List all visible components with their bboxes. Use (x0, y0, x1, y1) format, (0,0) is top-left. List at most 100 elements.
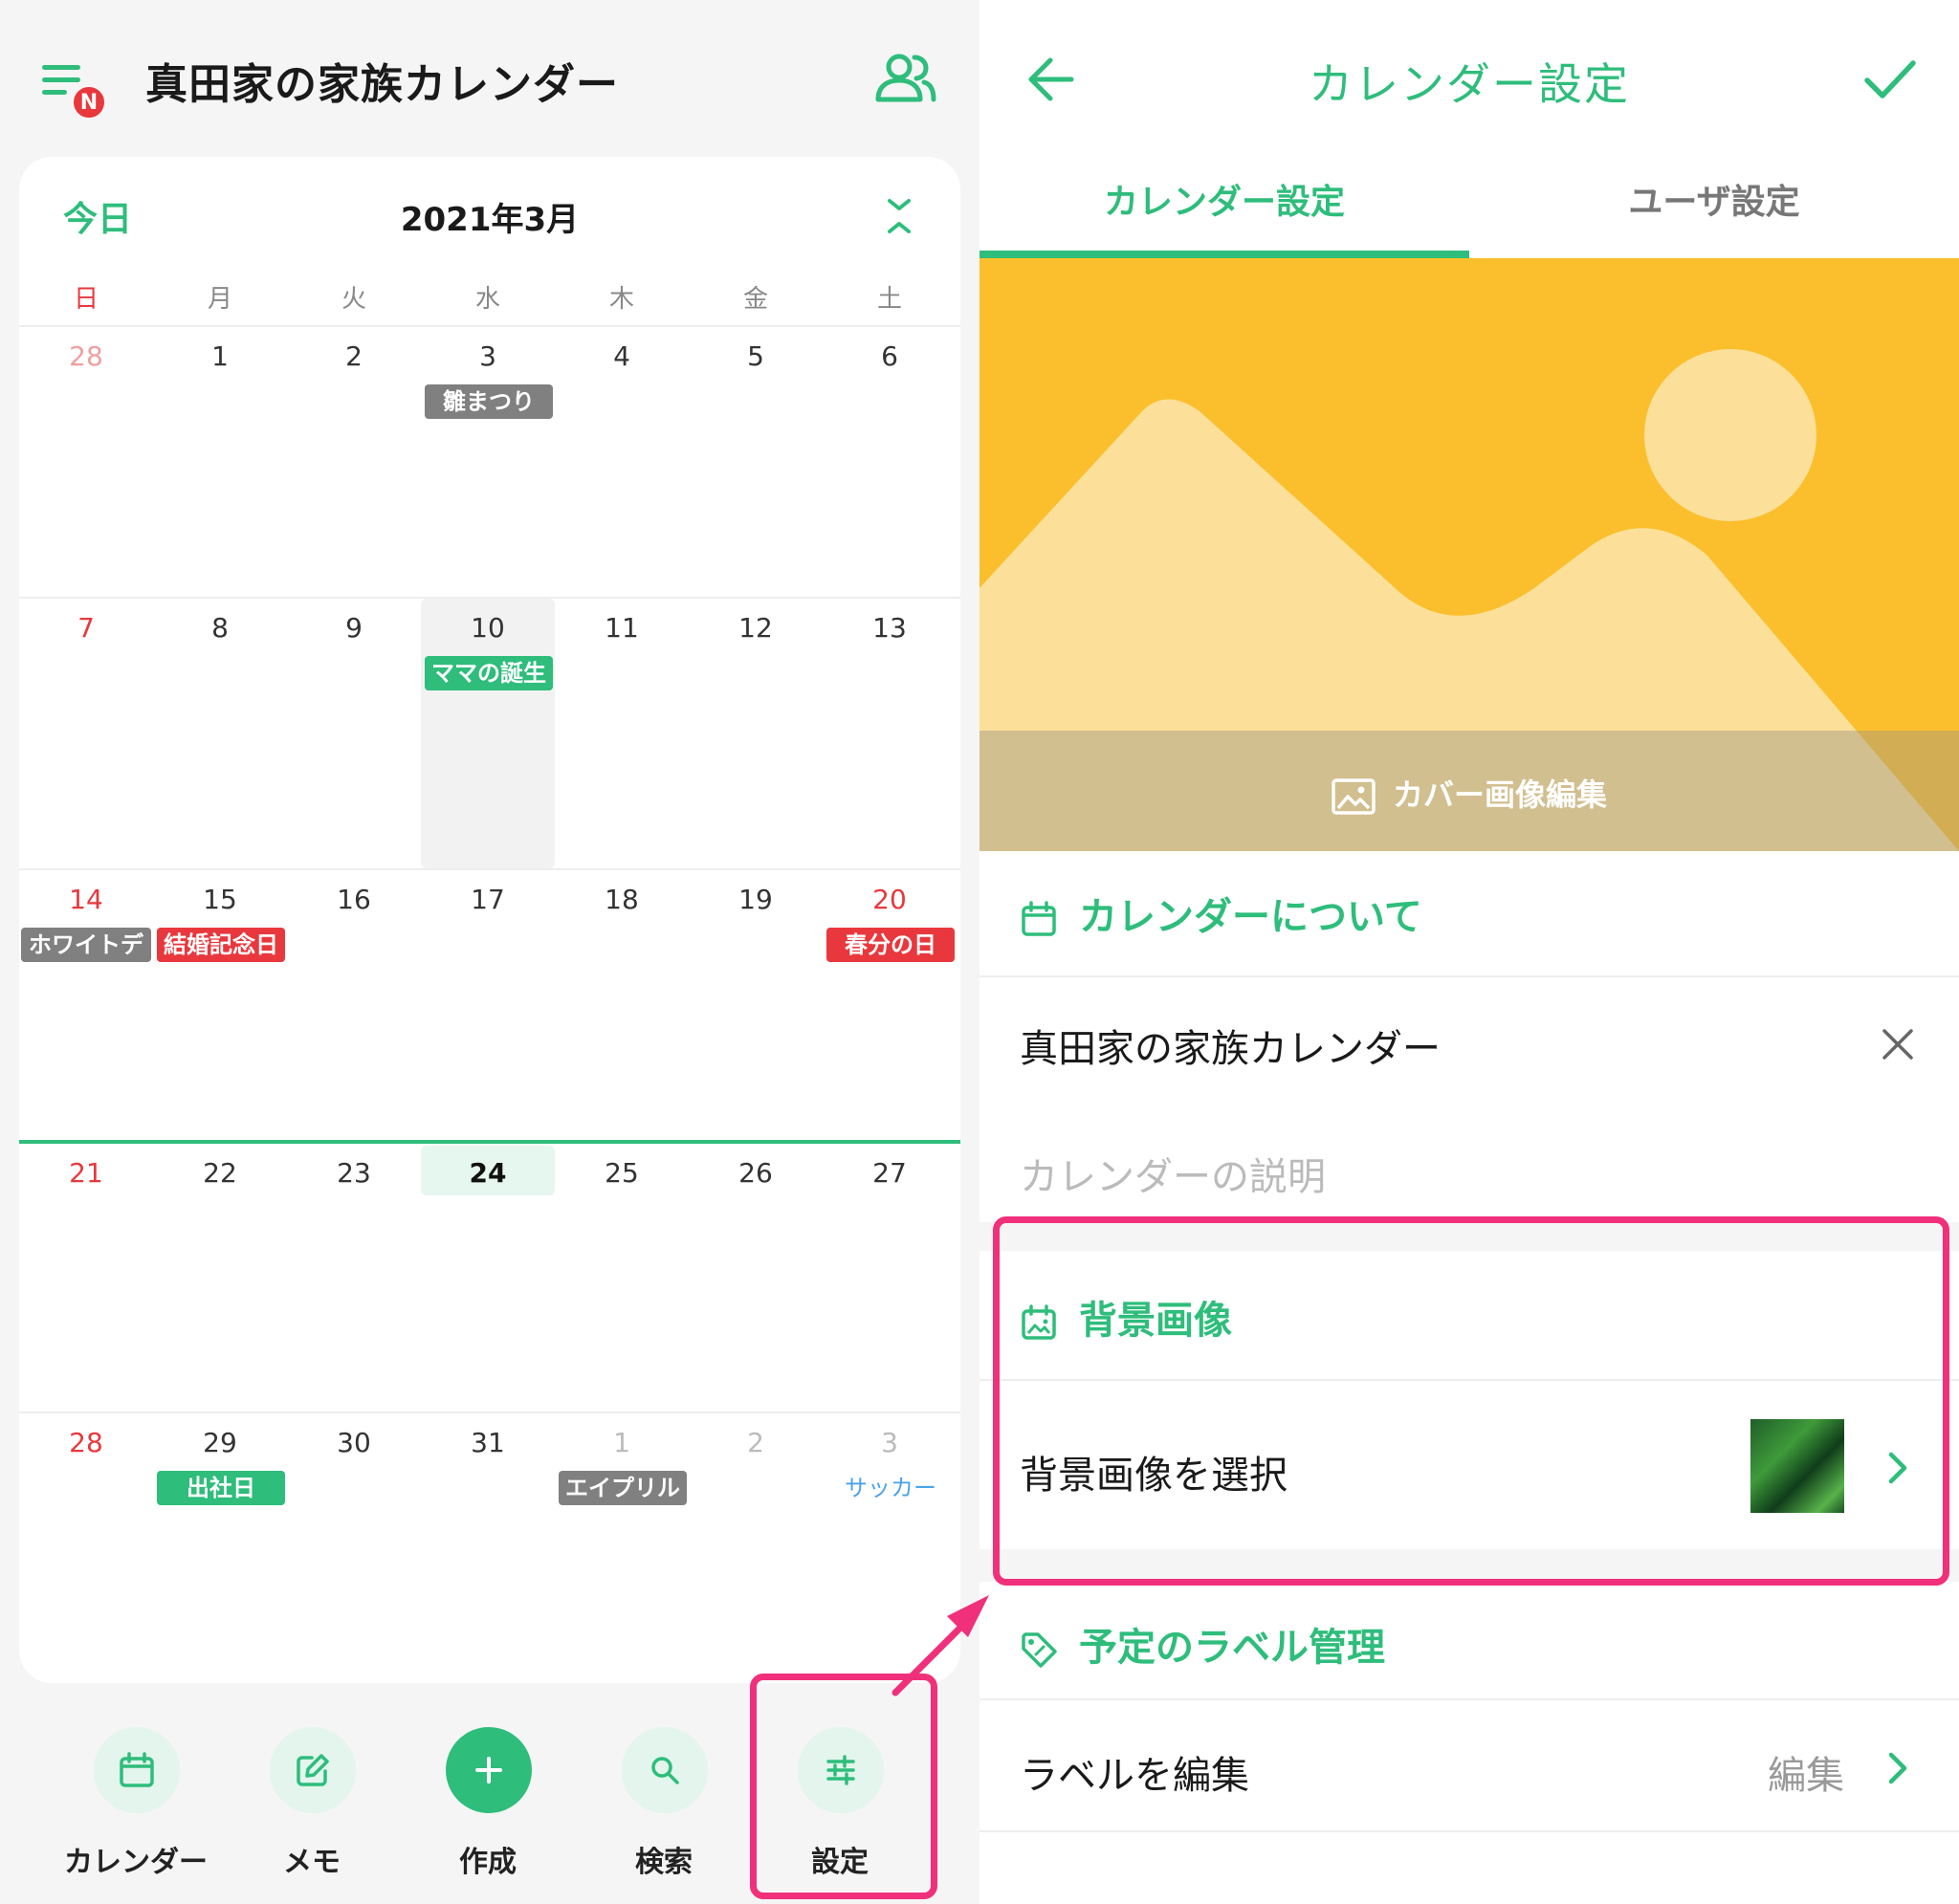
cover-image[interactable]: カバー画像編集 (980, 258, 1959, 851)
day-cell[interactable]: 22 (153, 1144, 287, 1413)
nav-label: メモ (283, 1846, 341, 1879)
day-cell[interactable]: 8 (153, 599, 287, 868)
day-cell[interactable]: 9 (287, 599, 421, 868)
nav-calendar-button[interactable] (94, 1727, 180, 1813)
event-chip[interactable]: ホワイトデ (21, 928, 151, 962)
day-number: 16 (337, 884, 371, 915)
day-cell[interactable]: 6 (823, 327, 957, 597)
day-cell[interactable]: 7 (19, 599, 153, 868)
event-chip[interactable]: 出社日 (157, 1471, 285, 1505)
divider (980, 975, 1959, 977)
menu-button[interactable]: N (42, 55, 111, 124)
day-cell[interactable]: 4 (555, 327, 689, 597)
cover-edit-label: カバー画像編集 (1392, 777, 1607, 813)
day-cell[interactable]: 30 (287, 1413, 421, 1683)
edit-labels-value[interactable]: 編集 (1768, 1744, 1844, 1800)
day-number: 26 (738, 1157, 773, 1189)
members-icon[interactable] (874, 52, 937, 105)
weekday-label: 日 (73, 285, 99, 314)
day-cell[interactable]: 29 出社日 (153, 1413, 287, 1683)
event-chip[interactable]: 春分の日 (826, 928, 955, 962)
day-cell[interactable]: 3 サッカー (823, 1413, 957, 1683)
background-highlight-box (993, 1216, 1949, 1586)
day-cell[interactable]: 13 (823, 599, 957, 868)
day-number: 18 (605, 884, 639, 915)
day-cell[interactable]: 2 (287, 327, 421, 597)
day-cell[interactable]: 11 (555, 599, 689, 868)
day-number: 7 (77, 612, 95, 644)
day-number: 6 (881, 340, 898, 372)
day-cell[interactable]: 5 (689, 327, 823, 597)
day-number: 17 (471, 884, 505, 915)
day-cell[interactable]: 18 (555, 870, 689, 1140)
day-number: 3 (881, 1427, 898, 1458)
calendar-icon (1022, 901, 1056, 936)
nav-create[interactable]: 作成 (400, 1702, 576, 1893)
calendar-settings-screen: カレンダー設定 カレンダー設定 ユーザ設定 カバー画像編集 カレンダーについて (980, 0, 1959, 1904)
divider (980, 1698, 1959, 1700)
day-number: 1 (211, 340, 229, 372)
week-row: 14 ホワイトデ 15 結婚記念日 16 17 18 19 20 春分の日 (19, 868, 960, 1140)
day-cell[interactable]: 15 結婚記念日 (153, 870, 287, 1140)
event-chip[interactable]: エイプリル (559, 1471, 687, 1505)
nav-create-button[interactable] (446, 1727, 532, 1813)
nav-memo[interactable]: メモ (224, 1702, 400, 1893)
divider (980, 1830, 1959, 1832)
day-cell-selected[interactable]: 10 ママの誕生 (421, 599, 555, 868)
collapse-icon[interactable] (880, 195, 918, 237)
day-cell[interactable]: 27 (823, 1144, 957, 1413)
day-cell[interactable]: 3 雛まつり (421, 327, 555, 597)
day-cell[interactable]: 31 (421, 1413, 555, 1683)
day-cell[interactable]: 28 (19, 1413, 153, 1683)
day-number: 31 (471, 1427, 505, 1458)
nav-calendar[interactable]: カレンダー (48, 1702, 224, 1893)
day-cell[interactable]: 26 (689, 1144, 823, 1413)
page-title: カレンダー設定 (1309, 58, 1630, 110)
event-chip[interactable]: 雛まつり (425, 384, 553, 419)
clear-icon[interactable] (1879, 1025, 1917, 1063)
day-cell[interactable]: 28 (19, 327, 153, 597)
day-number: 2 (747, 1427, 764, 1458)
chevron-right-icon[interactable] (1882, 1749, 1911, 1787)
check-icon[interactable] (1863, 55, 1917, 103)
day-number: 21 (69, 1157, 103, 1189)
tab-user-settings[interactable]: ユーザ設定 (1469, 163, 1959, 258)
day-number: 30 (337, 1427, 371, 1458)
edit-labels-row[interactable]: ラベルを編集 (1020, 1744, 1249, 1800)
calendar-description-field[interactable]: カレンダーの説明 (1020, 1146, 1326, 1201)
day-cell[interactable]: 1 エイプリル (555, 1413, 689, 1683)
weekday-header: 日 月 火 水 木 金 土 (19, 279, 960, 327)
day-number: 19 (738, 884, 773, 915)
cover-edit-button[interactable]: カバー画像編集 (980, 771, 1959, 815)
day-cell-today[interactable]: 24 (421, 1144, 555, 1413)
day-cell[interactable]: 14 ホワイトデ (19, 870, 153, 1140)
nav-search-button[interactable] (622, 1727, 708, 1813)
day-number: 2 (345, 340, 363, 372)
day-number: 13 (872, 612, 907, 644)
nav-label: 作成 (459, 1846, 517, 1879)
day-cell[interactable]: 12 (689, 599, 823, 868)
day-cell[interactable]: 25 (555, 1144, 689, 1413)
day-cell[interactable]: 2 (689, 1413, 823, 1683)
app-header: N 真田家の家族カレンダー (0, 0, 980, 153)
day-number: 12 (738, 612, 773, 644)
day-cell[interactable]: 21 (19, 1144, 153, 1413)
day-number: 28 (69, 1427, 103, 1458)
event-text[interactable]: サッカー (826, 1471, 955, 1505)
calendar-name-field[interactable]: 真田家の家族カレンダー (1020, 1018, 1441, 1073)
nav-search[interactable]: 検索 (576, 1702, 752, 1893)
month-label: 2021年3月 (400, 201, 580, 239)
day-cell[interactable]: 16 (287, 870, 421, 1140)
event-chip[interactable]: 結婚記念日 (157, 928, 285, 962)
day-cell[interactable]: 20 春分の日 (823, 870, 957, 1140)
day-cell[interactable]: 19 (689, 870, 823, 1140)
nav-memo-button[interactable] (270, 1727, 356, 1813)
day-cell[interactable]: 1 (153, 327, 287, 597)
weekday-label: 火 (341, 285, 366, 314)
day-cell[interactable]: 23 (287, 1144, 421, 1413)
event-chip[interactable]: ママの誕生 (425, 656, 553, 690)
day-cell[interactable]: 17 (421, 870, 555, 1140)
search-icon (651, 1757, 679, 1784)
day-number: 24 (469, 1157, 507, 1189)
tab-calendar-settings[interactable]: カレンダー設定 (980, 163, 1469, 258)
